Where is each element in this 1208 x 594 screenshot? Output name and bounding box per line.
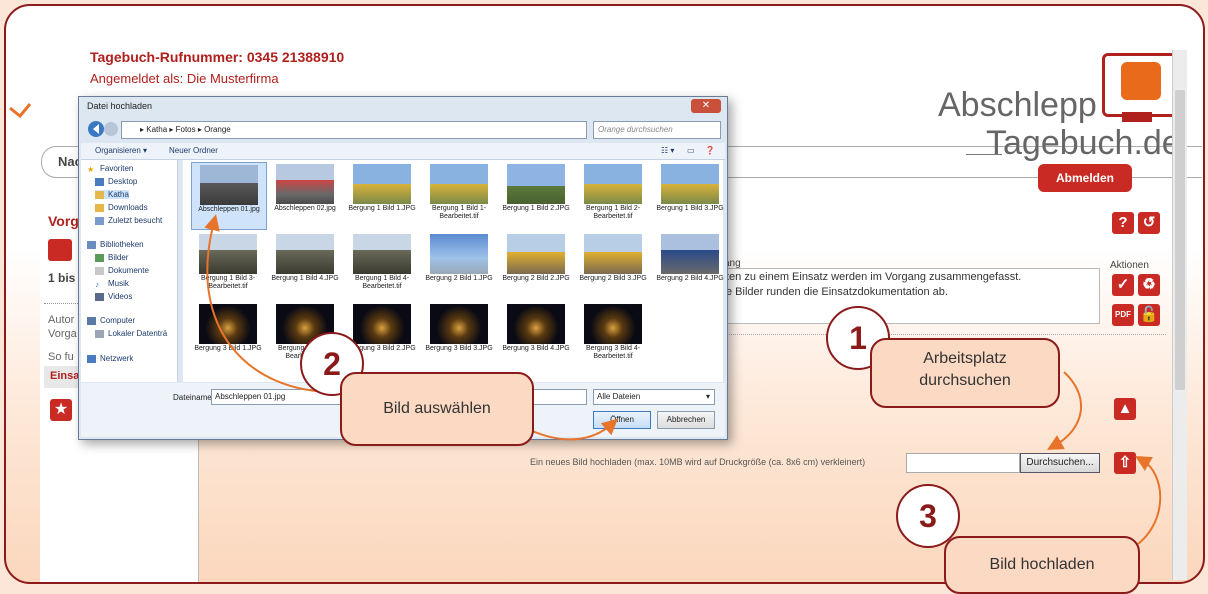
arrow-step2-to-open [529,418,618,441]
callout-text: Arbeitsplatz [923,350,1007,367]
step-2-callout: Bild auswählen [340,372,534,446]
step-1-callout: Arbeitsplatz durchsuchen [870,338,1060,408]
callout-arrows [204,214,1162,545]
callout-text: durchsuchen [919,372,1011,389]
step-3-callout: Bild hochladen [944,536,1140,594]
arrow-step3-to-upload [1135,455,1162,545]
